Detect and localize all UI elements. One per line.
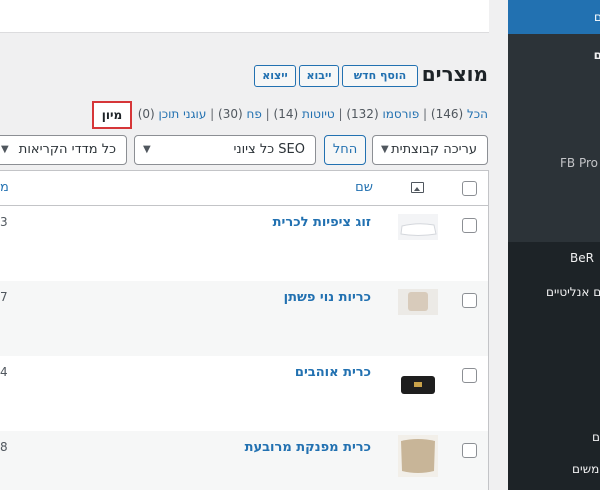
row-checkbox[interactable] [462,218,477,233]
chevron-down-icon: ▼ [143,144,151,155]
view-drafts-count: (14) [273,107,299,121]
row-checkbox[interactable] [462,368,477,383]
export-button[interactable]: ייצוא [254,65,296,87]
table-row: זוג ציפיות לכרית 3 [0,206,488,281]
table-header: שם מ [0,171,488,206]
sidebar-item-beroc[interactable]: BeR [570,251,594,265]
view-all[interactable]: הכל [467,107,488,121]
readability-filter-select[interactable]: כל מדדי הקריאות ▼ [0,135,127,165]
sidebar-item[interactable]: ים [592,430,600,444]
row-truncated-value: 7 [0,290,8,304]
products-table: שם מ זוג ציפיות לכרית 3 כריות נוי פשתן 7… [0,170,489,490]
import-button[interactable]: ייבוא [299,65,339,87]
table-row: כרית אוהבים 4 [0,356,488,431]
image-icon [411,182,424,193]
product-name-link[interactable]: כריות נוי פשתן [284,290,371,305]
page-title: מוצרים [421,62,488,86]
sidebar-sub-item[interactable]: ם [594,48,600,62]
view-drafts[interactable]: טיוטות [302,107,335,121]
sidebar-sub-item-fb[interactable]: FB Pro [560,156,598,170]
row-truncated-value: 8 [0,440,8,454]
bulk-actions-label: עריכה קבוצתית [391,142,477,157]
sort-link[interactable]: מיון [92,101,132,129]
status-views: הכל (146) | פורסמו (132) | טיוטות (14) |… [137,107,488,121]
admin-sidebar: ם ם FB Pro BeR ם אנליטיים ים משים [508,0,600,490]
view-trash-count: (30) [218,107,243,121]
column-truncated[interactable]: מ [0,180,9,195]
seo-filter-label: כל ציוני SEO [233,142,305,157]
view-cornerstone[interactable]: עוגני תוכן [159,107,207,121]
bulk-actions-select[interactable]: עריכה קבוצתית ▼ [372,135,488,165]
product-name-link[interactable]: כרית מפנקת מרובעת [245,440,371,455]
product-thumbnail[interactable] [398,362,438,402]
product-thumbnail[interactable] [398,214,438,240]
sidebar-submenu: ם FB Pro [508,34,600,242]
top-panel [0,0,489,33]
readability-filter-label: כל מדדי הקריאות [18,142,116,157]
row-truncated-value: 3 [0,215,8,229]
row-truncated-value: 4 [0,365,8,379]
product-thumbnail[interactable] [398,289,438,315]
product-name-link[interactable]: זוג ציפיות לכרית [273,215,371,230]
view-cornerstone-count: (0) [137,107,155,121]
view-published-count: (132) [346,107,379,121]
chevron-down-icon: ▼ [381,144,389,155]
select-all-checkbox[interactable] [462,181,477,196]
sidebar-item[interactable]: משים [572,462,599,476]
row-checkbox[interactable] [462,443,477,458]
view-trash[interactable]: פח [247,107,262,121]
row-checkbox[interactable] [462,293,477,308]
product-name-link[interactable]: כרית אוהבים [295,365,371,380]
chevron-down-icon: ▼ [1,144,9,155]
view-published[interactable]: פורסמו [382,107,419,121]
table-row: כרית מפנקת מרובעת 8 [0,431,488,490]
sidebar-item-analytics[interactable]: ם אנליטיים [546,285,600,299]
table-row: כריות נוי פשתן 7 [0,281,488,356]
add-new-button[interactable]: הוסף חדש [342,65,418,87]
sidebar-item-label: ם [594,10,600,24]
seo-filter-select[interactable]: כל ציוני SEO ▼ [134,135,316,165]
apply-button[interactable]: החל [324,135,366,165]
view-all-count: (146) [430,107,464,121]
sidebar-item-products[interactable]: ם [508,0,600,34]
product-thumbnail[interactable] [398,435,438,477]
column-name[interactable]: שם [355,180,373,195]
